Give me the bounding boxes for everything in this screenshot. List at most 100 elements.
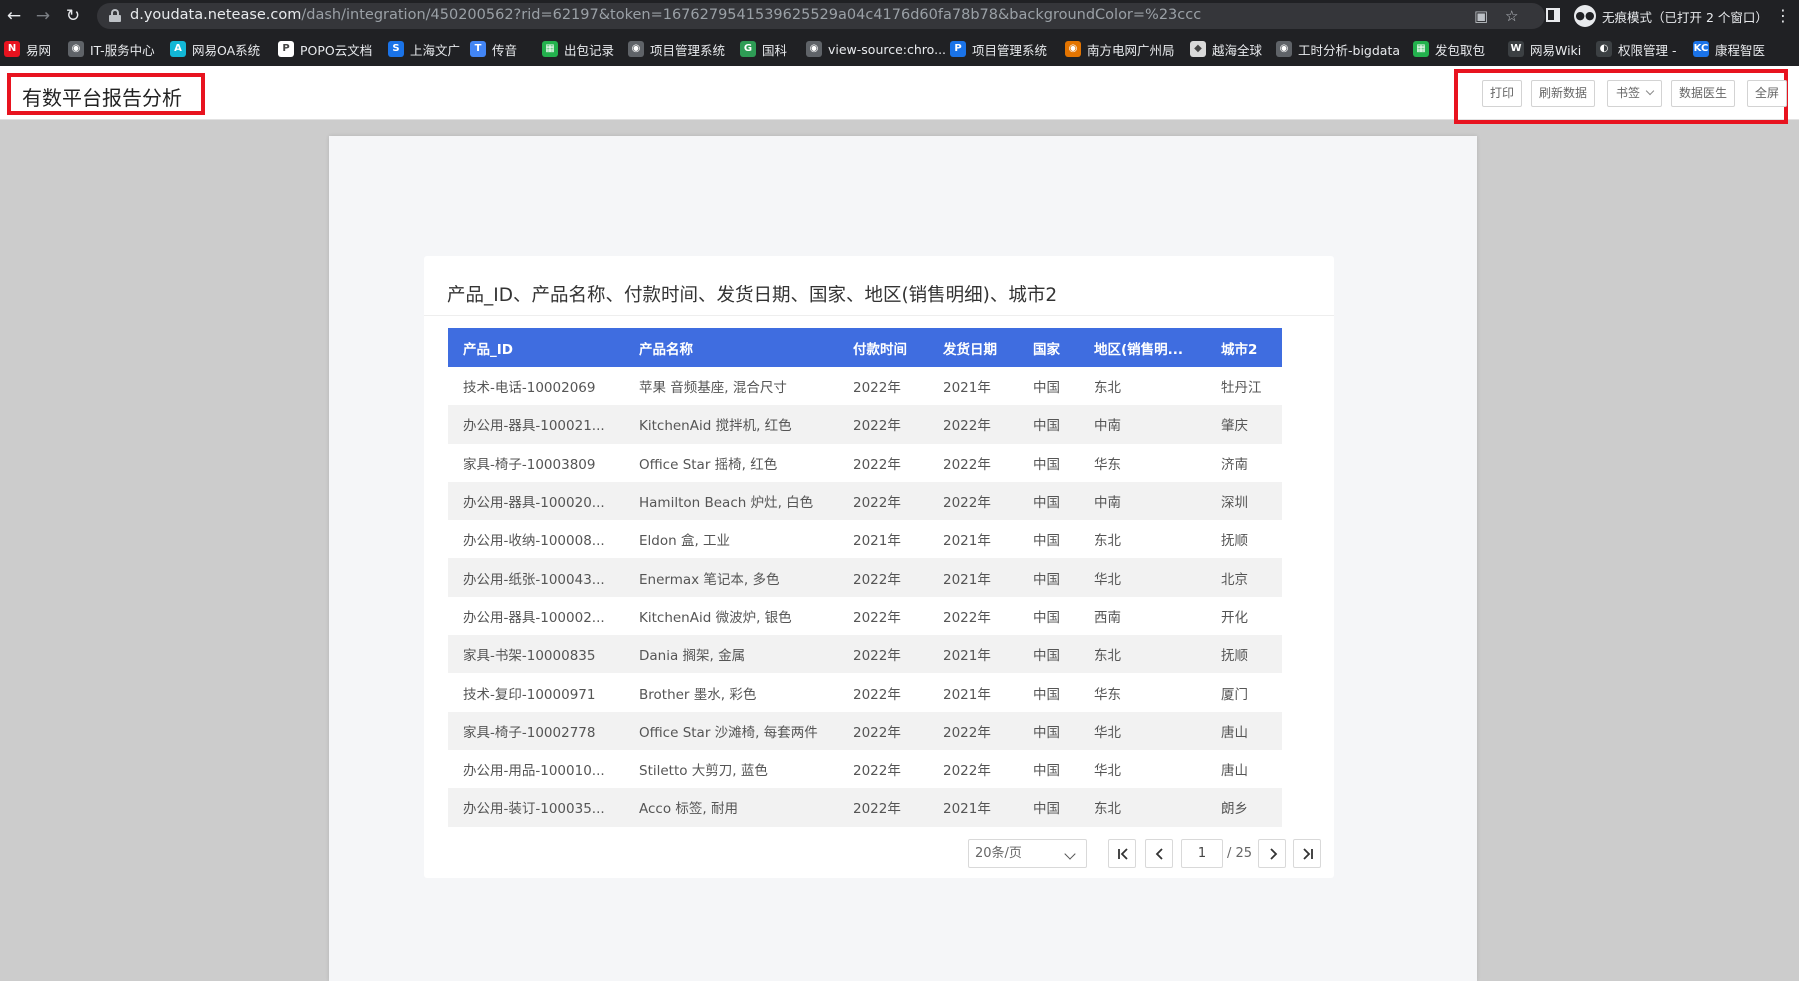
- table-row[interactable]: 家具-椅子-10003809 Office Star 摇椅, 红色 2022年 202…: [448, 444, 1282, 482]
- next-page-button[interactable]: [1258, 839, 1286, 868]
- bookmark-item[interactable]: W 网易Wiki: [1508, 40, 1581, 58]
- reload-icon[interactable]: ↻: [62, 5, 84, 27]
- table-cell: 中国: [1033, 533, 1060, 550]
- data-doctor-button[interactable]: 数据医生: [1671, 80, 1735, 107]
- bookmark-item[interactable]: N 易网: [4, 40, 51, 58]
- table-cell: 深圳: [1206, 481, 1282, 521]
- table-cell: 厦门: [1221, 686, 1248, 703]
- table-row[interactable]: 办公用-收纳-100008... Eldon 盒, 工业 2021年 2021年 中国 东…: [448, 520, 1282, 558]
- last-page-button[interactable]: [1293, 839, 1321, 868]
- page-title: 有数平台报告分析: [22, 86, 182, 110]
- table-row[interactable]: 家具-书架-10000835 Dania 搁架, 金属 2022年 2021年 中国 东北…: [448, 635, 1282, 674]
- table-row[interactable]: 办公用-装订-100035... Acco 标签, 耐用 2022年 2021年 中国东…: [448, 788, 1282, 827]
- column-header[interactable]: 城市2: [1206, 328, 1282, 367]
- side-panel-icon[interactable]: [1546, 8, 1560, 22]
- bookmark-item[interactable]: ◉ 工时分析-bigdata: [1276, 40, 1400, 58]
- table-row[interactable]: 技术-电话-10002069 苹果 音频基座, 混合尺寸 2022年 2021年 中国 东…: [448, 367, 1282, 405]
- table-cell: 中国: [1033, 456, 1060, 473]
- table-cell: 中国: [1018, 711, 1079, 750]
- bookmark-label: 康程智医: [1715, 42, 1766, 58]
- table-cell: Stiletto 大剪刀, 蓝色: [639, 763, 768, 780]
- table-row[interactable]: 技术-复印-10000971 Brother 墨水, 彩色 2022年 2021年 中国…: [448, 673, 1282, 711]
- bookmark-item[interactable]: ▦ 发包取包: [1413, 40, 1485, 58]
- page-size-select[interactable]: 20条/页: [968, 839, 1087, 868]
- globe-icon: ◉: [68, 41, 84, 57]
- bookmark-label: 越海全球: [1212, 42, 1263, 58]
- table-cell: 2022年: [838, 711, 928, 750]
- prev-page-button[interactable]: [1145, 839, 1173, 868]
- table-body: 技术-电话-10002069 苹果 音频基座, 混合尺寸 2022年 2021年 中国东…: [448, 367, 1282, 827]
- table-cell: Acco 标签, 耐用: [624, 788, 838, 827]
- table-cell: 西南: [1094, 609, 1121, 626]
- globe-icon: ◉: [1276, 41, 1292, 57]
- fullscreen-button[interactable]: 全屏: [1747, 80, 1787, 107]
- bookmark-item[interactable]: KC 康程智医: [1693, 40, 1765, 58]
- print-button[interactable]: 打印: [1482, 80, 1522, 107]
- page-number-input[interactable]: 1: [1181, 839, 1223, 868]
- bookmark-item[interactable]: A 网易OA系统: [170, 40, 260, 58]
- menu-icon[interactable]: ⋮: [1775, 6, 1791, 25]
- browser-toolbar: ← → ↻ d.youdata.netease.com/dash/integra…: [0, 0, 1799, 32]
- table-row[interactable]: 办公用-器具-100002... KitchenAid 微波炉, 银色 2022年 2…: [448, 597, 1282, 635]
- table-cell: 2021年: [928, 558, 1018, 597]
- column-header[interactable]: 付款时间: [838, 328, 928, 367]
- table-cell: 2022年: [943, 456, 991, 473]
- table-cell: 办公用-装订-100035...: [448, 788, 624, 827]
- bookmark-item[interactable]: ◉ IT-服务中心: [68, 40, 155, 58]
- bookmark-item[interactable]: ◉ 项目管理系统: [628, 40, 725, 58]
- bookmark-item[interactable]: ◉ 南方电网广州局: [1065, 40, 1175, 58]
- table-cell: 东北: [1094, 533, 1121, 550]
- bookmark-label: 权限管理 -: [1618, 42, 1677, 58]
- first-page-icon: [1118, 848, 1128, 860]
- address-bar[interactable]: d.youdata.netease.com/dash/integration/4…: [97, 3, 1545, 29]
- table-cell: Brother 墨水, 彩色: [639, 686, 757, 703]
- table-cell: 中国: [1033, 686, 1060, 703]
- bookmark-item[interactable]: T 传音: [470, 40, 517, 58]
- column-header[interactable]: 产品名称: [624, 328, 838, 367]
- globe-icon: ◉: [806, 41, 822, 57]
- bookmark-item[interactable]: S 上海文广: [388, 40, 460, 58]
- bookmark-label: 项目管理系统: [650, 42, 726, 58]
- kc-icon: KC: [1693, 41, 1709, 57]
- column-header[interactable]: 地区(销售明...: [1079, 328, 1206, 367]
- table-cell: 中国: [1033, 380, 1060, 397]
- back-arrow-icon[interactable]: ←: [3, 5, 25, 27]
- bookmark-item[interactable]: ◐ 权限管理 -: [1596, 40, 1676, 58]
- table-cell: 2022年: [838, 788, 928, 827]
- table-cell: 东北: [1079, 788, 1206, 827]
- refresh-data-button[interactable]: 刷新数据: [1531, 80, 1595, 107]
- table-row[interactable]: 办公用-纸张-100043... Enermax 笔记本, 多色 2022年 2021…: [448, 558, 1282, 597]
- column-header[interactable]: 产品_ID: [448, 328, 624, 367]
- bookmark-item[interactable]: ◉ view-source:chro...: [806, 40, 946, 58]
- bookmark-dropdown[interactable]: 书签: [1607, 80, 1662, 107]
- bookmark-item[interactable]: G 国科: [740, 40, 787, 58]
- table-cell: 办公用-器具-100002...: [463, 609, 605, 626]
- incognito-indicator[interactable]: ●● 无痕模式（已打开 2 个窗口）: [1574, 3, 1768, 29]
- table-cell: 2022年: [838, 635, 928, 674]
- table-row[interactable]: 办公用-器具-100020... Hamilton Beach 炉灶, 白色 202…: [448, 481, 1282, 521]
- forward-arrow-icon[interactable]: →: [32, 5, 54, 27]
- table-cell: 中国: [1018, 558, 1079, 597]
- column-header[interactable]: 发货日期: [928, 328, 1018, 367]
- table-cell: 2021年: [943, 380, 991, 397]
- bookmark-item[interactable]: P POPO云文档: [278, 40, 372, 58]
- table-row[interactable]: 办公用-器具-100021... KitchenAid 搅拌机, 红色 2022年 2…: [448, 405, 1282, 444]
- bookmark-item[interactable]: ◆ 越海全球: [1190, 40, 1262, 58]
- table-cell: 2022年: [838, 481, 928, 521]
- wiki-icon: W: [1508, 41, 1524, 57]
- column-header[interactable]: 国家: [1018, 328, 1079, 367]
- bookmarks-bar: N 易网 ◉ IT-服务中心 A 网易OA系统 P POPO云文档 S 上海文广 T 传音 ▦ 出包记录 ◉…: [0, 32, 1799, 66]
- star-icon[interactable]: ☆: [1505, 7, 1518, 25]
- first-page-button[interactable]: [1108, 839, 1136, 868]
- table-row[interactable]: 家具-椅子-10002778 Office Star 沙滩椅, 每套两件 2022年…: [448, 711, 1282, 750]
- table-cell: 办公用-用品-100010...: [463, 763, 605, 780]
- bookmark-item[interactable]: P 项目管理系统: [950, 40, 1047, 58]
- table-row[interactable]: 办公用-用品-100010... Stiletto 大剪刀, 蓝色 2022年 202…: [448, 750, 1282, 788]
- bookmark-label: 发包取包: [1435, 42, 1486, 58]
- table-cell: 中国: [1018, 635, 1079, 674]
- translate-icon[interactable]: ▣: [1474, 7, 1488, 25]
- bookmark-label: 网易Wiki: [1530, 42, 1582, 58]
- bookmark-item[interactable]: ▦ 出包记录: [542, 40, 614, 58]
- table-cell: 2022年: [838, 405, 928, 444]
- bookmark-label: POPO云文档: [300, 42, 373, 58]
